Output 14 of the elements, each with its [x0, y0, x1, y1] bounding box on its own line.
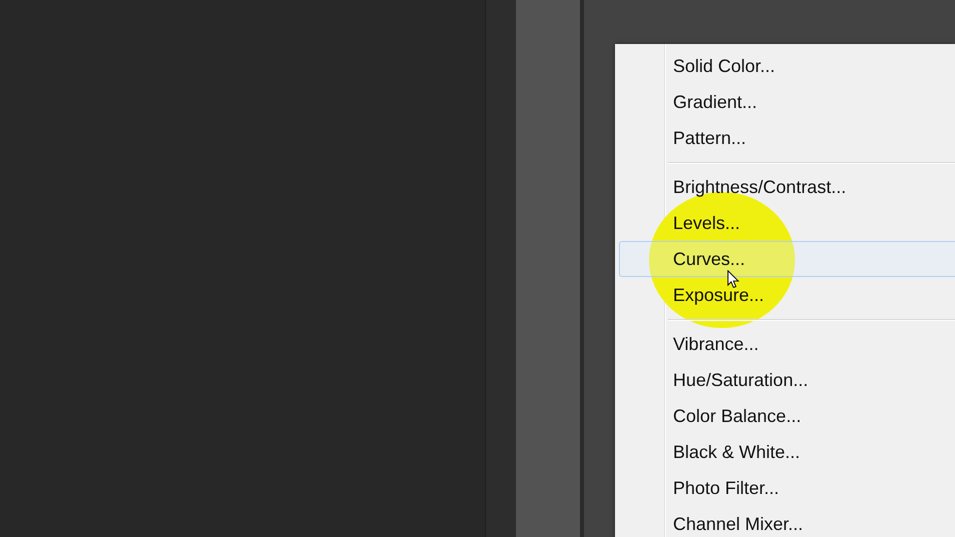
cursor-icon	[727, 270, 740, 289]
menu-item[interactable]: Brightness/Contrast...	[619, 169, 955, 205]
menu-item[interactable]: Levels...	[619, 205, 955, 241]
menu-item[interactable]: Hue/Saturation...	[619, 362, 955, 398]
menu-item[interactable]: Channel Mixer...	[619, 506, 955, 537]
menu-item[interactable]: Solid Color...	[619, 48, 955, 84]
menu-item[interactable]: Curves...	[619, 241, 955, 277]
menu-item[interactable]: Exposure...	[619, 277, 955, 313]
menu-item[interactable]: Photo Filter...	[619, 470, 955, 506]
menu-item[interactable]: Pattern...	[619, 120, 955, 156]
menu-item[interactable]: Black & White...	[619, 434, 955, 470]
menu-item[interactable]: Vibrance...	[619, 326, 955, 362]
menu-item[interactable]: Gradient...	[619, 84, 955, 120]
menu-item[interactable]: Color Balance...	[619, 398, 955, 434]
